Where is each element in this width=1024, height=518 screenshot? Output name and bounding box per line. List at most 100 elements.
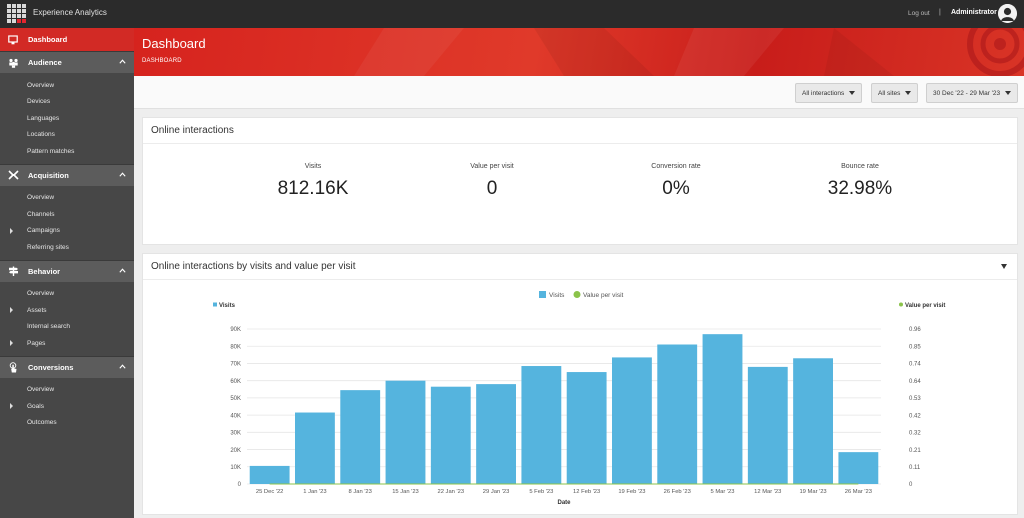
kpi-conversion-rate: Conversion rate 0% xyxy=(616,163,736,200)
bar-visits xyxy=(747,366,788,484)
breadcrumb[interactable]: DASHBOARD xyxy=(142,58,182,64)
sidebar-group-behavior[interactable]: Behavior xyxy=(0,259,134,282)
sidebar-item-pattern-matches[interactable]: Pattern matches xyxy=(0,143,134,160)
y-left-tick-label: 20K xyxy=(230,448,241,454)
sidebar-item-pages[interactable]: Pages xyxy=(0,335,134,352)
y-left-tick-label: 80K xyxy=(230,344,241,350)
panel-title-text: Online interactions xyxy=(151,125,234,136)
app-title: Experience Analytics xyxy=(33,8,107,17)
caret-down-icon xyxy=(849,91,856,95)
top-bar: Experience Analytics Log out | Administr… xyxy=(0,0,1024,28)
bar-visits xyxy=(340,390,381,484)
chart-panel: Online interactions by visits and value … xyxy=(142,253,1018,515)
bar-visits xyxy=(476,384,516,484)
x-tick-label: 8 Jan '23 xyxy=(349,489,372,495)
monitor-icon xyxy=(8,34,18,44)
x-tick-label: 22 Jan '23 xyxy=(437,489,464,495)
expand-arrow-icon[interactable] xyxy=(10,340,13,346)
x-tick-label: 29 Jan '23 xyxy=(483,489,510,495)
x-tick-label: 25 Dec '22 xyxy=(256,489,284,495)
panel-title: Online interactions xyxy=(143,118,1017,144)
avatar[interactable] xyxy=(998,4,1017,23)
sidebar-item-locations[interactable]: Locations xyxy=(0,127,134,144)
header-background-pattern xyxy=(354,28,1024,76)
bar-visits xyxy=(793,358,833,484)
y-left-axis-label: Visits xyxy=(219,303,236,309)
caret-down-icon xyxy=(1005,91,1012,95)
y-right-tick-label: 0 xyxy=(909,482,913,488)
app-logo-icon[interactable] xyxy=(7,4,26,23)
topbar-separator: | xyxy=(939,9,941,16)
legend-label-visits: Visits xyxy=(549,292,565,299)
sidebar-item-label: Locations xyxy=(27,131,55,139)
kpi-label: Conversion rate xyxy=(651,163,701,170)
dropdown-label: All interactions xyxy=(802,89,845,97)
sidebar-item-campaigns[interactable]: Campaigns xyxy=(0,223,134,240)
sidebar-group-label: Conversions xyxy=(28,362,74,372)
kpi-visits: Visits 812.16K xyxy=(253,163,373,200)
signpost-icon xyxy=(9,266,18,276)
expand-arrow-icon[interactable] xyxy=(10,227,13,234)
x-tick-label: 12 Mar '23 xyxy=(754,489,781,495)
sidebar-item-label: Assets xyxy=(27,306,47,314)
sidebar-group-label: Acquisition xyxy=(28,170,69,180)
dropdown-label: 30 Dec '22 - 29 Mar '23 xyxy=(933,89,1001,97)
sidebar-item-label: Channels xyxy=(27,210,55,218)
sidebar-item-referring-sites[interactable]: Referring sites xyxy=(0,239,134,256)
sidebar-item-overview[interactable]: Overview xyxy=(0,286,134,303)
y-right-tick-label: 0.42 xyxy=(909,413,921,419)
x-tick-label: 26 Feb '23 xyxy=(664,489,691,495)
sidebar-group-conversions[interactable]: Conversions xyxy=(0,355,134,378)
sidebar-item-overview[interactable]: Overview xyxy=(0,382,134,399)
sidebar-item-assets[interactable]: Assets xyxy=(0,302,134,319)
sidebar-item-label: Overview xyxy=(27,81,55,89)
expand-arrow-icon[interactable] xyxy=(10,403,13,409)
sidebar-item-label: Dashboard xyxy=(28,35,68,44)
sidebar-item-languages[interactable]: Languages xyxy=(0,110,134,127)
y-left-legend-marker xyxy=(213,302,217,307)
sidebar-item-internal-search[interactable]: Internal search xyxy=(0,319,134,336)
bar-visits xyxy=(295,412,335,484)
interactions-filter-dropdown[interactable]: All interactions xyxy=(795,83,863,103)
legend-label-value-per-visit: Value per visit xyxy=(583,292,624,299)
x-tick-label: 19 Mar '23 xyxy=(799,489,826,495)
sidebar-item-label: Overview xyxy=(27,290,55,298)
sidebar-group-audience[interactable]: Audience xyxy=(0,51,134,73)
logout-link[interactable]: Log out xyxy=(908,10,930,17)
x-tick-label: 15 Jan '23 xyxy=(392,489,419,495)
sidebar-item-overview[interactable]: Overview xyxy=(0,77,134,94)
y-left-tick-label: 50K xyxy=(230,396,241,402)
y-right-legend-marker xyxy=(899,302,903,307)
audience-icon xyxy=(9,58,18,68)
legend-marker-visits xyxy=(539,291,546,298)
sites-filter-dropdown[interactable]: All sites xyxy=(871,83,919,103)
y-right-axis-label: Value per visit xyxy=(905,303,945,309)
y-right-tick-label: 0.21 xyxy=(909,448,921,454)
sidebar-item-channels[interactable]: Channels xyxy=(0,206,134,223)
y-right-tick-label: 0.64 xyxy=(909,379,921,385)
bar-visits xyxy=(249,465,290,484)
date-range-dropdown[interactable]: 30 Dec '22 - 29 Mar '23 xyxy=(926,83,1019,103)
kpi-label: Visits xyxy=(304,163,322,170)
sidebar-item-dashboard[interactable]: Dashboard xyxy=(0,28,134,51)
user-name[interactable]: Administrator xyxy=(951,9,997,16)
collapse-toggle-icon[interactable] xyxy=(1001,264,1007,269)
sidebar-item-label: Overview xyxy=(27,194,55,202)
y-right-tick-label: 0.11 xyxy=(909,465,921,471)
chevron-up-icon xyxy=(119,267,126,273)
y-right-tick-label: 0.74 xyxy=(909,362,921,368)
legend-marker-value-per-visit xyxy=(573,291,581,298)
x-tick-label: 5 Mar '23 xyxy=(711,489,735,495)
sidebar-item-outcomes[interactable]: Outcomes xyxy=(0,415,134,432)
online-interactions-panel: Online interactions Visits 812.16K Value… xyxy=(142,117,1018,245)
expand-arrow-icon[interactable] xyxy=(10,307,13,313)
sidebar: Dashboard Audience Overview Devices Lang… xyxy=(0,28,134,518)
sidebar-item-devices[interactable]: Devices xyxy=(0,94,134,111)
bar-visits xyxy=(385,380,426,484)
sidebar-group-acquisition[interactable]: Acquisition xyxy=(0,163,134,186)
caret-down-icon xyxy=(905,91,912,95)
sidebar-item-overview[interactable]: Overview xyxy=(0,190,134,207)
bar-visits xyxy=(657,344,698,484)
sidebar-item-goals[interactable]: Goals xyxy=(0,398,134,415)
chevron-up-icon xyxy=(119,171,126,177)
